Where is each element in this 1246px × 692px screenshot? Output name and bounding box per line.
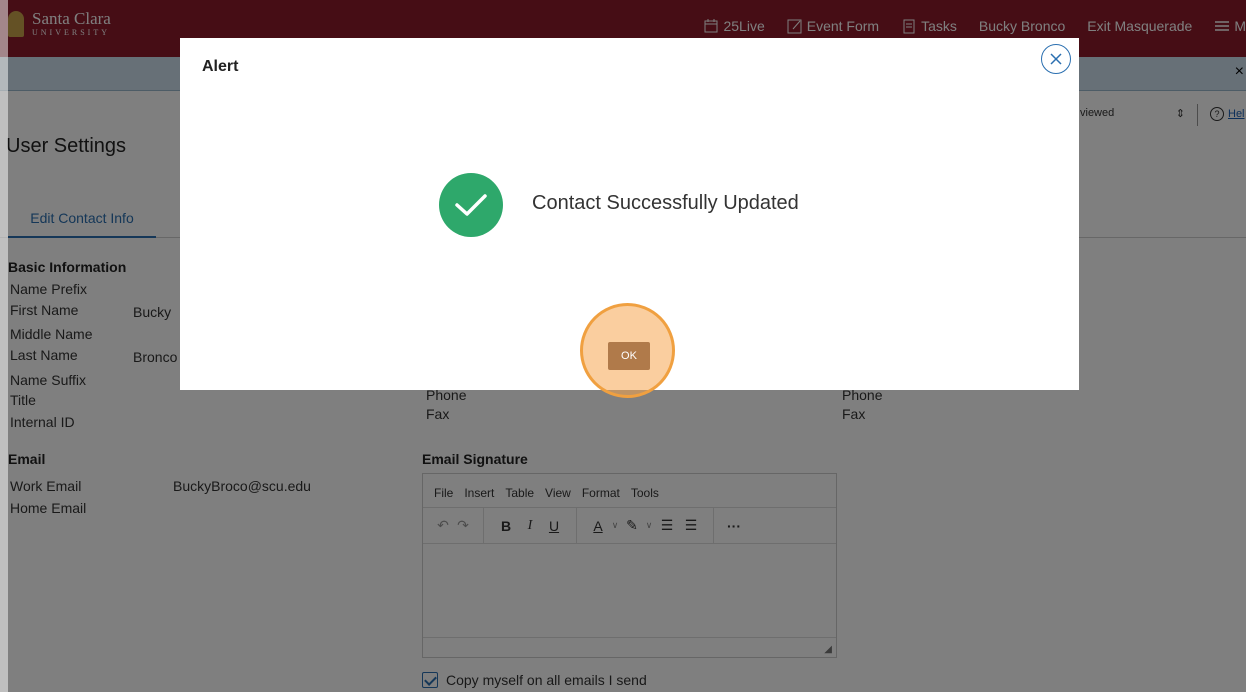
dialog-title: Alert <box>202 58 239 75</box>
dialog-message: Contact Successfully Updated <box>532 192 799 214</box>
left-edge-strip <box>0 0 8 692</box>
alert-dialog: Alert Contact Successfully Updated OK <box>180 38 1079 398</box>
close-icon[interactable] <box>1041 44 1071 74</box>
ok-button[interactable]: OK <box>608 342 650 370</box>
success-check-icon <box>439 173 503 237</box>
